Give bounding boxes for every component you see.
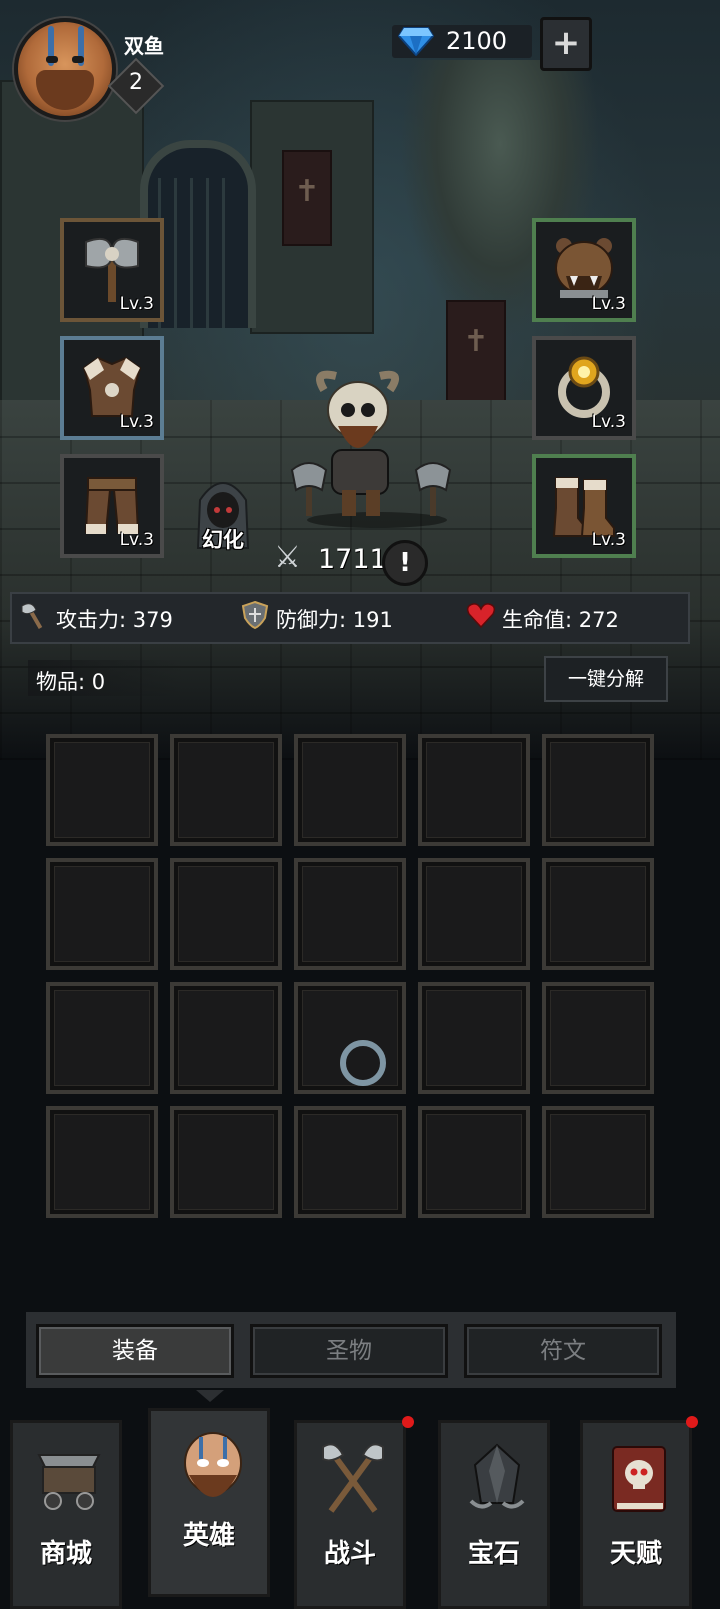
active-tab-pointer — [196, 1390, 224, 1402]
nav-battle[interactable]: 战斗 — [294, 1420, 406, 1609]
diamond-icon — [398, 27, 434, 56]
crossed-swords-icon: ⚔ — [274, 540, 301, 575]
defense-stat: 防御力: 191 — [276, 608, 393, 632]
equip-level: Lv.3 — [591, 530, 626, 550]
inventory-slot[interactable] — [418, 982, 530, 1094]
heart-icon — [466, 603, 496, 629]
nav-label: 战斗 — [323, 1539, 376, 1569]
one-click-decompose-button[interactable]: 一键分解 — [544, 656, 668, 702]
equip-slot-weapon[interactable]: Lv.3 — [60, 218, 164, 322]
inventory-slot[interactable] — [542, 982, 654, 1094]
inventory-slot[interactable] — [294, 858, 406, 970]
tab-relics[interactable]: 圣物 — [250, 1324, 448, 1378]
inventory-tabs: 装备 圣物 符文 — [26, 1312, 676, 1388]
items-count: 物品: 0 — [36, 670, 106, 694]
defense-shield-icon — [241, 600, 269, 630]
nav-gems[interactable]: 宝石 — [438, 1420, 550, 1609]
inventory-slot[interactable] — [294, 1106, 406, 1218]
add-gems-button[interactable]: + — [540, 17, 592, 71]
nav-label: 英雄 — [182, 1521, 235, 1551]
inventory-grid — [46, 734, 658, 1220]
nav-label: 宝石 — [467, 1539, 520, 1569]
player-level: 2 — [129, 70, 143, 95]
gem-count: 2100 — [446, 27, 508, 55]
nav-shop[interactable]: 商城 — [10, 1420, 122, 1609]
inventory-slot[interactable] — [542, 734, 654, 846]
combat-power: 1711 — [318, 544, 387, 575]
illusion-button[interactable]: 幻化 — [202, 524, 244, 554]
equip-slot-boots[interactable]: Lv.3 — [532, 454, 636, 558]
nav-label: 天赋 — [609, 1539, 662, 1569]
inventory-slot[interactable] — [170, 982, 282, 1094]
inventory-slot[interactable] — [170, 1106, 282, 1218]
inventory-slot[interactable] — [418, 1106, 530, 1218]
tab-equipment[interactable]: 装备 — [36, 1324, 234, 1378]
equip-slot-ring[interactable]: Lv.3 — [532, 336, 636, 440]
attack-stat: 攻击力: 379 — [56, 608, 173, 632]
equip-level: Lv.3 — [119, 530, 154, 550]
inventory-slot[interactable] — [46, 982, 158, 1094]
hero-character[interactable] — [282, 370, 472, 530]
gem-stone-icon — [469, 1443, 525, 1509]
equip-level: Lv.3 — [119, 294, 154, 314]
inventory-slot[interactable] — [170, 734, 282, 846]
talent-notification-dot — [686, 1416, 698, 1428]
power-info-button[interactable]: ! — [382, 540, 428, 586]
equip-level: Lv.3 — [591, 294, 626, 314]
hanging-banner — [282, 150, 332, 246]
loading-spinner-icon — [340, 1040, 386, 1086]
inventory-slot[interactable] — [542, 858, 654, 970]
inventory-slot[interactable] — [418, 858, 530, 970]
inventory-slot[interactable] — [542, 1106, 654, 1218]
inventory-slot[interactable] — [46, 734, 158, 846]
inventory-slot[interactable] — [418, 734, 530, 846]
nav-label: 商城 — [39, 1539, 92, 1569]
battle-notification-dot — [402, 1416, 414, 1428]
inventory-slot[interactable] — [46, 1106, 158, 1218]
equip-slot-pants[interactable]: Lv.3 — [60, 454, 164, 558]
shop-cart-icon — [37, 1454, 101, 1510]
equip-slot-armor[interactable]: Lv.3 — [60, 336, 164, 440]
attack-axe-icon — [21, 603, 43, 629]
nav-hero[interactable]: 英雄 — [148, 1408, 270, 1597]
crossed-axes-icon — [322, 1443, 384, 1513]
inventory-slot[interactable] — [46, 858, 158, 970]
equip-level: Lv.3 — [591, 412, 626, 432]
inventory-slot[interactable] — [294, 734, 406, 846]
nav-talent[interactable]: 天赋 — [580, 1420, 692, 1609]
hero-icon — [184, 1432, 242, 1497]
equip-level: Lv.3 — [119, 412, 154, 432]
skull-book-icon — [612, 1446, 666, 1512]
equip-slot-helmet[interactable]: Lv.3 — [532, 218, 636, 322]
hp-stat: 生命值: 272 — [502, 608, 619, 632]
tab-runes[interactable]: 符文 — [464, 1324, 662, 1378]
player-name: 双鱼 — [124, 34, 164, 58]
player-avatar[interactable] — [14, 18, 116, 120]
inventory-slot[interactable] — [170, 858, 282, 970]
stats-bar: 攻击力: 379 防御力: 191 生命值: 272 — [10, 592, 690, 644]
